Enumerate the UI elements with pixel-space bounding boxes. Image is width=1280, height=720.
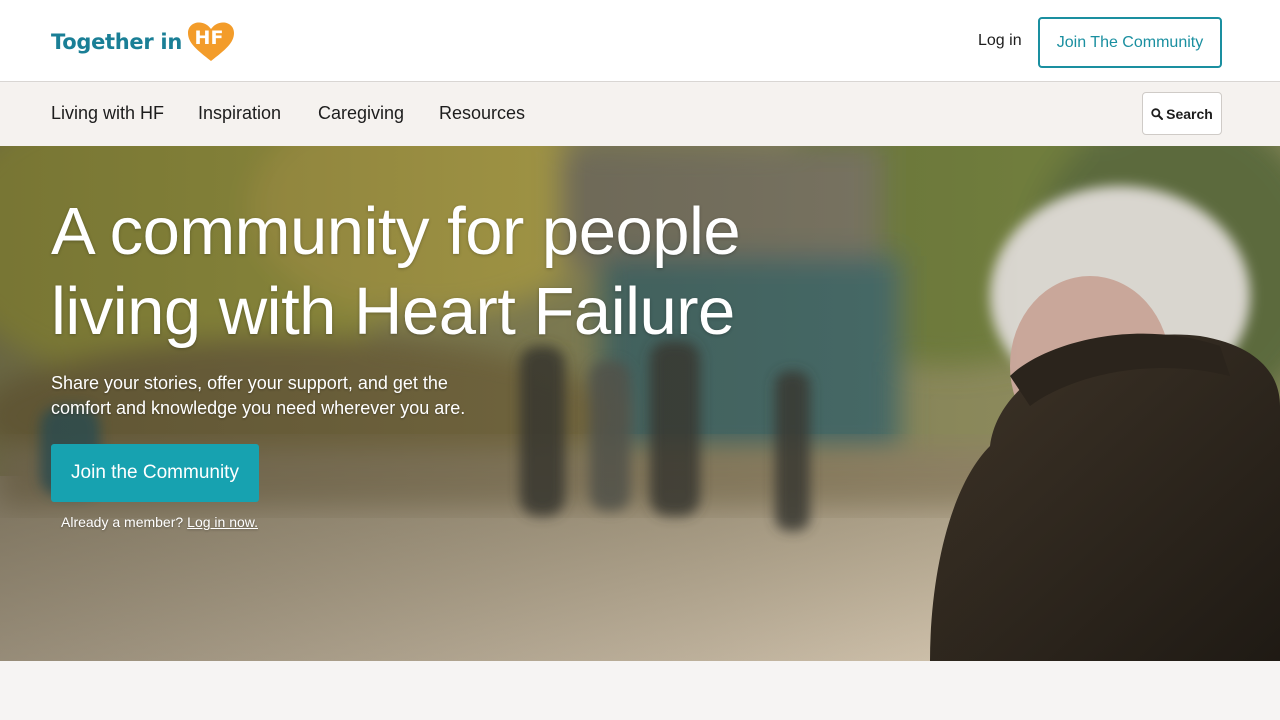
below-hero-section <box>0 661 1280 720</box>
nav-item-living-with-hf[interactable]: Living with HF <box>51 103 164 124</box>
member-login-link[interactable]: Log in now. <box>187 514 258 530</box>
join-community-hero-button[interactable]: Join the Community <box>51 444 259 502</box>
logo-text: Together in <box>51 30 182 54</box>
site-header: Together in HF Log in Join The Community <box>0 0 1280 82</box>
hero-title: A community for people living with Heart… <box>51 192 831 352</box>
hero-subtitle: Share your stories, offer your support, … <box>51 373 466 418</box>
join-community-header-button[interactable]: Join The Community <box>1038 17 1222 68</box>
nav-item-inspiration[interactable]: Inspiration <box>198 103 281 124</box>
search-label: Search <box>1166 105 1213 122</box>
search-icon <box>1151 107 1164 120</box>
logo-badge-text: HF <box>194 27 224 49</box>
member-login-prompt: Already a member? Log in now. <box>61 514 258 530</box>
site-logo[interactable]: Together in HF <box>51 22 235 62</box>
hero-banner: A community for people living with Heart… <box>0 146 1280 661</box>
search-button[interactable]: Search <box>1142 92 1222 135</box>
nav-item-caregiving[interactable]: Caregiving <box>318 103 404 124</box>
login-link[interactable]: Log in <box>978 32 1022 50</box>
main-nav: Living with HF Inspiration Caregiving Re… <box>0 83 1280 146</box>
member-prompt-text: Already a member? <box>61 514 184 530</box>
hero-title-line-2: living with Heart Failure <box>51 274 735 349</box>
nav-item-resources[interactable]: Resources <box>439 103 525 124</box>
hero-title-line-1: A community for people <box>51 194 741 269</box>
heart-logo-icon: HF <box>187 22 235 62</box>
